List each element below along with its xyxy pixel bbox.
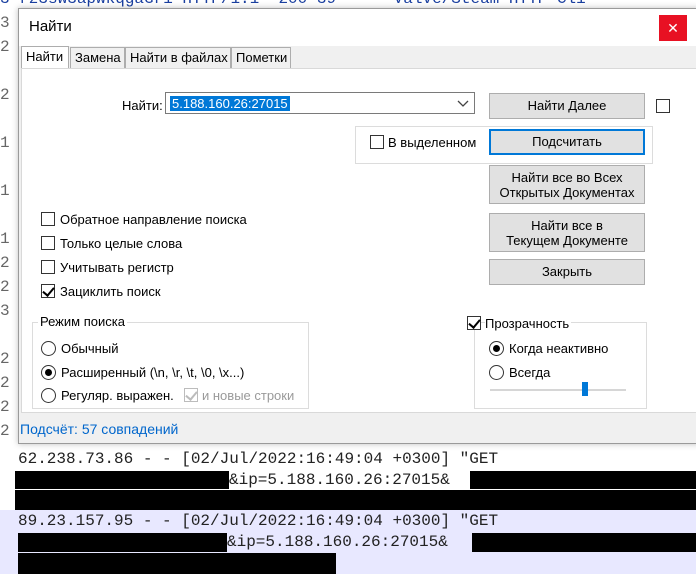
- title-bar: Найти ✕: [19, 9, 696, 46]
- mode-regex-radio[interactable]: [41, 388, 56, 403]
- dot-matches-newline-label: и новые строки: [202, 388, 295, 403]
- editor-gutter-char: 1: [0, 230, 10, 248]
- redaction-block: [15, 490, 696, 510]
- find-dialog: Найти ✕ Найти Замена Найти в файлах Поме…: [18, 8, 696, 444]
- find-input[interactable]: 5.188.160.26:27015: [165, 92, 475, 114]
- whole-word-label: Только целые слова: [60, 236, 183, 251]
- mode-extended-radio[interactable]: [41, 365, 56, 380]
- log-line-2b: &ip=5.188.160.26:27015&: [227, 533, 448, 551]
- transparency-label: Прозрачность: [485, 316, 572, 331]
- editor-gutter-char: 2: [0, 422, 10, 440]
- transparency-always-label: Всегда: [509, 365, 551, 380]
- extra-checkbox[interactable]: [656, 99, 670, 113]
- tab-find[interactable]: Найти: [21, 46, 69, 69]
- search-mode-title: Режим поиска: [38, 314, 127, 329]
- editor-gutter-char: 3: [0, 14, 10, 32]
- redaction-block: [470, 471, 696, 489]
- redaction-block: [472, 533, 696, 552]
- find-all-current-doc-button[interactable]: Найти все в Текущем Документе: [489, 213, 645, 252]
- editor-gutter-char: 2: [0, 398, 10, 416]
- dialog-title: Найти: [29, 18, 72, 35]
- redaction-block: [18, 533, 227, 552]
- match-case-label: Учитывать регистр: [60, 260, 174, 275]
- close-window-button[interactable]: ✕: [659, 15, 687, 41]
- find-all-open-docs-button[interactable]: Найти все во Всех Открытых Документах: [489, 165, 645, 204]
- editor-gutter-char: 2: [0, 374, 10, 392]
- editor-gutter-char: 2: [0, 350, 10, 368]
- tab-find-in-files[interactable]: Найти в файлах: [125, 47, 231, 68]
- transparency-checkbox[interactable]: [467, 316, 481, 330]
- close-button[interactable]: Закрыть: [489, 259, 645, 285]
- mode-regex-label: Регуляр. выражен.: [61, 388, 174, 403]
- close-icon: ✕: [667, 20, 679, 36]
- editor-gutter-char: 2: [0, 38, 10, 56]
- redaction-block: [18, 553, 336, 574]
- find-panel: Найти: 5.188.160.26:27015 Найти Далее В …: [21, 68, 696, 413]
- mode-extended-label: Расширенный (\n, \r, \t, \0, \x...): [61, 365, 245, 380]
- tab-marks[interactable]: Пометки: [231, 47, 291, 68]
- dot-matches-newline-checkbox[interactable]: [184, 388, 198, 402]
- whole-word-checkbox[interactable]: [41, 236, 55, 250]
- redaction-block: [15, 471, 229, 489]
- wrap-around-checkbox[interactable]: [41, 284, 55, 298]
- chevron-down-icon: [457, 100, 469, 107]
- mode-normal-radio[interactable]: [41, 341, 56, 356]
- editor-gutter-char: 2: [0, 254, 10, 272]
- in-selection-label: В выделенном: [388, 135, 477, 150]
- editor-gutter-char: 1: [0, 134, 10, 152]
- count-button[interactable]: Подсчитать: [489, 129, 645, 155]
- transparency-slider-track[interactable]: [490, 389, 626, 391]
- transparency-always-radio[interactable]: [489, 365, 504, 380]
- log-line-2: 89.23.157.95 - - [02/Jul/2022:16:49:04 +…: [18, 512, 499, 530]
- editor-gutter-char: 3: [0, 302, 10, 320]
- wrap-around-label: Зациклить поиск: [60, 284, 161, 299]
- find-value: 5.188.160.26:27015: [170, 96, 290, 111]
- transparency-inactive-radio[interactable]: [489, 341, 504, 356]
- backward-search-checkbox[interactable]: [41, 212, 55, 226]
- editor-gutter-char: 2: [0, 86, 10, 104]
- editor-gutter-char: 1: [0, 182, 10, 200]
- tab-replace[interactable]: Замена: [70, 47, 125, 68]
- find-label: Найти:: [122, 98, 163, 113]
- transparency-inactive-label: Когда неактивно: [509, 341, 609, 356]
- match-case-checkbox[interactable]: [41, 260, 55, 274]
- backward-search-label: Обратное направление поиска: [60, 212, 247, 227]
- in-selection-checkbox[interactable]: [370, 135, 384, 149]
- status-text: Подсчёт: 57 совпадений: [20, 421, 179, 437]
- editor-top-line: 3 rz3sw3apwkqgaGri HTTP/1.1" 200 39 "-" …: [0, 0, 586, 8]
- find-next-button[interactable]: Найти Далее: [489, 93, 645, 119]
- editor-gutter-char: 2: [0, 278, 10, 296]
- log-line-1b: &ip=5.188.160.26:27015&: [229, 471, 450, 489]
- transparency-slider-thumb[interactable]: [582, 382, 589, 396]
- log-line-1: 62.238.73.86 - - [02/Jul/2022:16:49:04 +…: [18, 450, 499, 468]
- mode-normal-label: Обычный: [61, 341, 119, 356]
